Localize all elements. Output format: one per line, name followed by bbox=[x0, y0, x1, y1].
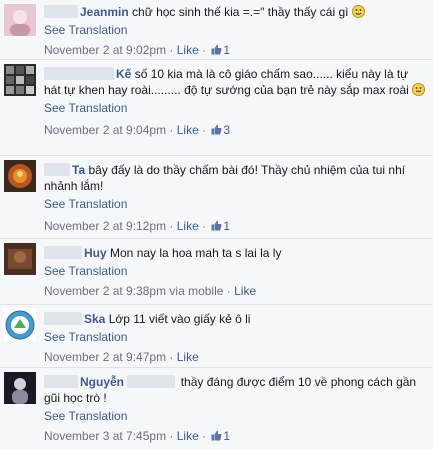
comment-meta: November 2 at 9:04pm · Like · 3 bbox=[44, 123, 231, 137]
comment-text: chữ học sinh thế kia =.=" thầy thấy cái … bbox=[132, 5, 349, 19]
comment-text: bây đấy là do thầy chấm bài đó! Thầy chủ… bbox=[44, 163, 406, 193]
like-count[interactable]: 1 bbox=[223, 219, 230, 233]
comment-meta: November 2 at 9:38pm via mobile · Like bbox=[44, 284, 257, 298]
name-redacted bbox=[44, 246, 82, 259]
thumbs-up-icon bbox=[211, 220, 222, 231]
see-translation-link[interactable]: See Translation bbox=[44, 329, 427, 345]
commenter-name[interactable]: Kế bbox=[116, 67, 131, 81]
comment-item: Kế số 10 kia mà là cô giáo chấm sao.....… bbox=[0, 60, 433, 156]
like-count[interactable]: 1 bbox=[223, 43, 230, 57]
comment-text: Mon nay la hoa mah ta s lai la ly bbox=[110, 246, 282, 260]
comment-date[interactable]: November 2 at 9:12pm bbox=[44, 219, 166, 233]
commenter-name[interactable]: Huy bbox=[84, 246, 107, 260]
see-translation-link[interactable]: See Translation bbox=[44, 408, 427, 424]
comment-text: Lớp 11 viết vào giấy kẻ ô li bbox=[108, 312, 251, 326]
comment-date[interactable]: November 2 at 9:02pm bbox=[44, 43, 166, 57]
like-count[interactable]: 3 bbox=[223, 123, 230, 137]
comment-item: Ska Lớp 11 viết vào giấy kẻ ô li See Tra… bbox=[0, 305, 433, 368]
name-redacted bbox=[44, 312, 82, 325]
name-redacted bbox=[127, 375, 176, 388]
like-button[interactable]: Like bbox=[177, 219, 199, 233]
name-redacted bbox=[44, 163, 70, 176]
commenter-name[interactable]: Ska bbox=[84, 312, 105, 326]
thumbs-up-icon bbox=[211, 44, 222, 55]
comment-date[interactable]: November 3 at 7:45pm bbox=[44, 429, 166, 443]
comment-meta: November 2 at 9:12pm · Like · 1 bbox=[44, 219, 231, 233]
tongue-emoticon-icon bbox=[412, 83, 426, 96]
avatar[interactable] bbox=[4, 160, 36, 192]
avatar[interactable] bbox=[4, 372, 36, 404]
avatar[interactable] bbox=[4, 4, 36, 36]
like-button[interactable]: Like bbox=[177, 350, 199, 364]
commenter-name[interactable]: Ta bbox=[72, 163, 85, 177]
avatar[interactable] bbox=[4, 64, 36, 96]
see-translation-link[interactable]: See Translation bbox=[44, 100, 427, 116]
comment-date[interactable]: November 2 at 9:47pm bbox=[44, 350, 166, 364]
smile-emoticon-icon bbox=[351, 5, 365, 18]
comment-date[interactable]: November 2 at 9:38pm bbox=[44, 284, 166, 298]
via-mobile: via mobile bbox=[169, 284, 224, 298]
avatar[interactable] bbox=[4, 243, 36, 275]
like-button[interactable]: Like bbox=[177, 123, 199, 137]
comment-meta: November 2 at 9:47pm · Like bbox=[44, 350, 199, 364]
see-translation-link[interactable]: See Translation bbox=[44, 196, 427, 212]
comment-meta: November 2 at 9:02pm · Like · 1 bbox=[44, 43, 231, 57]
commenter-name[interactable]: Jeanmin bbox=[80, 5, 129, 19]
like-count[interactable]: 1 bbox=[223, 429, 230, 443]
comment-date[interactable]: November 2 at 9:04pm bbox=[44, 123, 166, 137]
like-button[interactable]: Like bbox=[177, 43, 199, 57]
comment-item: Huy Mon nay la hoa mah ta s lai la ly Se… bbox=[0, 239, 433, 305]
like-button[interactable]: Like bbox=[234, 284, 256, 298]
like-button[interactable]: Like bbox=[177, 429, 199, 443]
comment-item: Jeanmin chữ học sinh thế kia =.=" thầy t… bbox=[0, 0, 433, 60]
thumbs-up-icon bbox=[211, 430, 222, 441]
name-redacted bbox=[44, 67, 114, 80]
comment-item: Nguyễn thầy đáng được điểm 10 về phong c… bbox=[0, 368, 433, 449]
comment-meta: November 3 at 7:45pm · Like · 1 bbox=[44, 429, 231, 443]
comment-item: Ta bây đấy là do thầy chấm bài đó! Thầy … bbox=[0, 156, 433, 239]
name-redacted bbox=[44, 5, 78, 18]
see-translation-link[interactable]: See Translation bbox=[44, 22, 427, 38]
commenter-name[interactable]: Nguyễn bbox=[80, 375, 124, 389]
see-translation-link[interactable]: See Translation bbox=[44, 263, 427, 279]
avatar[interactable] bbox=[4, 309, 36, 341]
thumbs-up-icon bbox=[211, 124, 222, 135]
name-redacted bbox=[44, 375, 78, 388]
